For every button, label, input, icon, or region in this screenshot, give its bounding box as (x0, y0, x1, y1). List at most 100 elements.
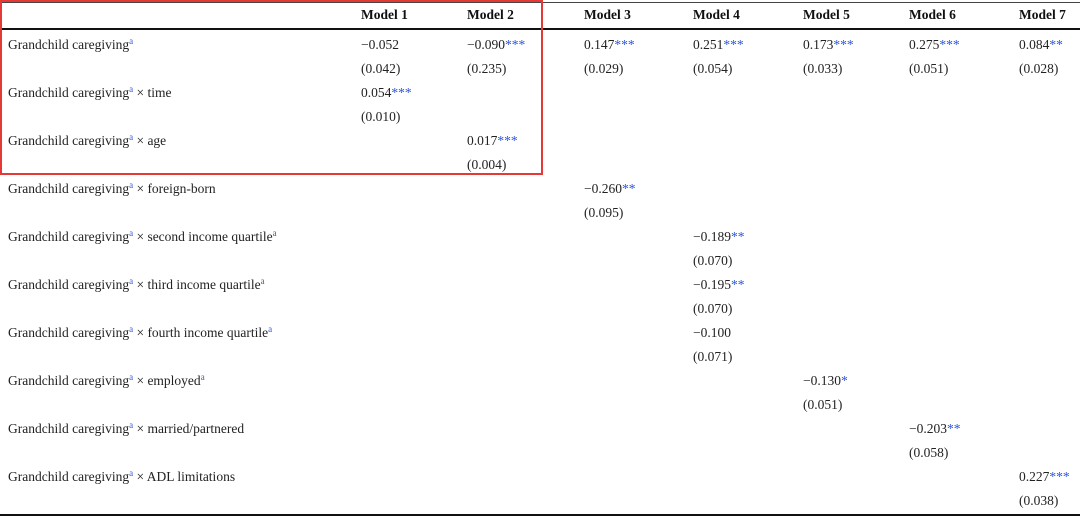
coefficient: −0.189** (693, 229, 745, 245)
row-label: Grandchild caregiving a × fourth income q… (8, 325, 272, 341)
standard-error: (0.235) (467, 61, 507, 76)
coefficient: 0.147*** (584, 37, 635, 53)
row-label: Grandchild caregivinga × employeda (8, 373, 205, 389)
header-model-3: Model 3 (584, 7, 631, 22)
table-top-rule (0, 2, 1080, 3)
coefficient: 0.227*** (1019, 469, 1070, 485)
row-label-interaction: × age (133, 133, 167, 148)
table-bottom-rule (0, 514, 1080, 516)
row-label-main: Grandchild caregiving (8, 277, 130, 292)
significance-stars: ** (622, 181, 636, 196)
significance-stars: ** (731, 277, 745, 292)
row-label-main: Grandchild caregiving (8, 373, 130, 388)
coefficient-value: −0.195 (693, 277, 731, 292)
significance-stars: * (841, 373, 848, 388)
standard-error: (0.071) (693, 349, 733, 364)
significance-stars: *** (391, 85, 412, 100)
coefficient-value: 0.251 (693, 37, 724, 52)
standard-error: (0.033) (803, 61, 843, 76)
standard-error: (0.054) (693, 61, 733, 76)
coefficient-value: −0.100 (693, 325, 731, 340)
standard-error: (0.010) (361, 109, 401, 124)
coefficient: −0.130* (803, 373, 848, 389)
coefficient-value: −0.130 (803, 373, 841, 388)
row-label-main: Grandchild caregiving (8, 325, 130, 340)
row-label-interaction: × time (133, 85, 172, 100)
coefficient: −0.203** (909, 421, 961, 437)
row-label: Grandchild caregivinga (8, 37, 133, 53)
standard-error: (0.095) (584, 205, 624, 220)
coefficient-value: 0.147 (584, 37, 615, 52)
row-label-interaction: × second income quartile (133, 229, 273, 244)
coefficient: 0.173*** (803, 37, 854, 53)
standard-error: (0.042) (361, 61, 401, 76)
significance-stars: *** (939, 37, 960, 52)
footnote-marker: a (129, 36, 134, 46)
row-label: Grandchild caregiving a × third income qu… (8, 277, 265, 293)
row-label-interaction: × employed (133, 373, 201, 388)
significance-stars: *** (505, 37, 526, 52)
coefficient: −0.052 (361, 37, 399, 53)
coefficient-value: 0.017 (467, 133, 498, 148)
footnote-marker: a (272, 228, 277, 238)
coefficient: −0.090*** (467, 37, 525, 53)
coefficient-value: 0.084 (1019, 37, 1050, 52)
standard-error: (0.004) (467, 157, 507, 172)
header-model-7: Model 7 (1019, 7, 1066, 22)
header-model-6: Model 6 (909, 7, 956, 22)
row-label-main: Grandchild caregiving (8, 85, 130, 100)
row-label-main: Grandchild caregiving (8, 37, 130, 52)
coefficient: 0.017*** (467, 133, 518, 149)
row-label-interaction: × foreign-born (133, 181, 216, 196)
significance-stars: *** (614, 37, 635, 52)
coefficient-value: 0.275 (909, 37, 940, 52)
coefficient-value: −0.090 (467, 37, 505, 52)
significance-stars: ** (1049, 37, 1063, 52)
header-model-5: Model 5 (803, 7, 850, 22)
row-label-main: Grandchild caregiving (8, 229, 130, 244)
row-label: Grandchild caregivinga × age (8, 133, 166, 149)
standard-error: (0.051) (909, 61, 949, 76)
coefficient: 0.251*** (693, 37, 744, 53)
coefficient-value: −0.203 (909, 421, 947, 436)
header-model-4: Model 4 (693, 7, 740, 22)
significance-stars: *** (1049, 469, 1070, 484)
standard-error: (0.051) (803, 397, 843, 412)
significance-stars: *** (723, 37, 744, 52)
coefficient-value: 0.227 (1019, 469, 1050, 484)
row-label: Grandchild caregivinga × married/partner… (8, 421, 244, 437)
row-label-main: Grandchild caregiving (8, 133, 130, 148)
row-label-interaction: × third income quartile (133, 277, 261, 292)
coefficient: −0.100 (693, 325, 731, 341)
standard-error: (0.070) (693, 301, 733, 316)
significance-stars: ** (947, 421, 961, 436)
significance-stars: *** (833, 37, 854, 52)
row-label-interaction: × ADL limitations (133, 469, 236, 484)
coefficient-value: 0.173 (803, 37, 834, 52)
coefficient: −0.260** (584, 181, 636, 197)
coefficient: −0.195** (693, 277, 745, 293)
standard-error: (0.028) (1019, 61, 1059, 76)
row-label: Grandchild caregivinga × ADL limitations (8, 469, 235, 485)
coefficient-value: −0.052 (361, 37, 399, 52)
row-label-interaction: × fourth income quartile (133, 325, 269, 340)
regression-table: Model 1 Model 2 Model 3 Model 4 Model 5 … (0, 0, 1080, 517)
row-label: Grandchild caregivinga × foreign-born (8, 181, 216, 197)
standard-error: (0.029) (584, 61, 624, 76)
coefficient-value: 0.054 (361, 85, 392, 100)
significance-stars: ** (731, 229, 745, 244)
row-label: Grandchild caregivinga × time (8, 85, 171, 101)
row-label-main: Grandchild caregiving (8, 181, 130, 196)
coefficient-value: −0.189 (693, 229, 731, 244)
footnote-marker: a (200, 372, 205, 382)
row-label-main: Grandchild caregiving (8, 421, 130, 436)
row-label: Grandchild caregiving a × second income q… (8, 229, 277, 245)
header-model-1: Model 1 (361, 7, 408, 22)
significance-stars: *** (497, 133, 518, 148)
standard-error: (0.038) (1019, 493, 1059, 508)
coefficient: 0.084** (1019, 37, 1063, 53)
standard-error: (0.070) (693, 253, 733, 268)
coefficient: 0.054*** (361, 85, 412, 101)
row-label-interaction: × married/partnered (133, 421, 245, 436)
standard-error: (0.058) (909, 445, 949, 460)
